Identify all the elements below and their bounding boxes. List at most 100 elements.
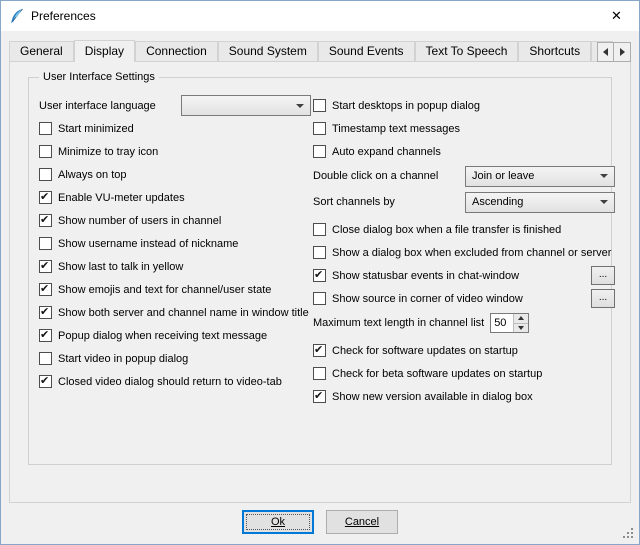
checkbox-row: Closed video dialog should return to vid…: [39, 370, 311, 393]
tab-scroll-left-button[interactable]: [597, 42, 614, 62]
checkbox[interactable]: [39, 168, 52, 181]
max-text-length-row: Maximum text length in channel list 50: [313, 310, 615, 336]
sort-channels-combobox-value: Ascending: [472, 196, 523, 208]
tab-scroll-right-button[interactable]: [614, 42, 631, 62]
checkbox-label: Start minimized: [58, 123, 134, 135]
checkbox-row: Check for software updates on startup: [313, 339, 615, 362]
tab-connection[interactable]: Connection: [135, 41, 218, 61]
tab-general[interactable]: General: [9, 41, 74, 61]
video-source-checkbox[interactable]: [313, 292, 326, 305]
checkbox-label: Show a dialog box when excluded from cha…: [332, 247, 611, 259]
arrow-up-icon: [518, 316, 524, 320]
checkbox-label: Show number of users in channel: [58, 215, 221, 227]
checkbox-label: Minimize to tray icon: [58, 146, 158, 158]
checkbox-row: Show emojis and text for channel/user st…: [39, 278, 311, 301]
checkbox[interactable]: [39, 306, 52, 319]
checkbox-row: Popup dialog when receiving text message: [39, 324, 311, 347]
sort-channels-combobox[interactable]: Ascending: [465, 192, 615, 213]
video-source-more-button[interactable]: ...: [591, 289, 615, 308]
statusbar-events-more-button[interactable]: ...: [591, 266, 615, 285]
max-text-length-label: Maximum text length in channel list: [313, 317, 484, 329]
tab-sound-system[interactable]: Sound System: [218, 41, 318, 61]
tab-sound-events[interactable]: Sound Events: [318, 41, 415, 61]
checkbox-row: Auto expand channels: [313, 140, 615, 163]
spinbox-value: 50: [491, 314, 513, 332]
ellipsis-icon: ...: [599, 293, 607, 303]
checkbox-label: Check for beta software updates on start…: [332, 368, 542, 380]
spin-down-button[interactable]: [514, 323, 528, 333]
checkbox[interactable]: [39, 145, 52, 158]
ok-button[interactable]: Ok: [242, 510, 314, 534]
cancel-button[interactable]: Cancel: [326, 510, 398, 534]
checkbox-row: Close dialog box when a file transfer is…: [313, 218, 615, 241]
checkbox-row: Show both server and channel name in win…: [39, 301, 311, 324]
spin-up-button[interactable]: [514, 314, 528, 323]
checkbox[interactable]: [313, 367, 326, 380]
checkbox-row: Show number of users in channel: [39, 209, 311, 232]
checkbox[interactable]: [313, 344, 326, 357]
right-settings-column: Start desktops in popup dialog Timestamp …: [313, 94, 615, 408]
double-click-combobox[interactable]: Join or leave: [465, 166, 615, 187]
tab-shortcuts[interactable]: Shortcuts: [518, 41, 591, 61]
checkbox[interactable]: [313, 390, 326, 403]
checkbox-label: Start video in popup dialog: [58, 353, 188, 365]
checkbox-label: Show both server and channel name in win…: [58, 307, 309, 319]
checkbox[interactable]: [39, 375, 52, 388]
checkbox-label: Popup dialog when receiving text message: [58, 330, 267, 342]
checkbox[interactable]: [39, 122, 52, 135]
checkbox-row: Timestamp text messages: [313, 117, 615, 140]
checkbox-row: Show last to talk in yellow: [39, 255, 311, 278]
user-interface-settings-group: User Interface Settings User interface l…: [28, 77, 612, 465]
checkbox-label: Show last to talk in yellow: [58, 261, 183, 273]
checkbox-label: Closed video dialog should return to vid…: [58, 376, 282, 388]
checkbox[interactable]: [313, 145, 326, 158]
arrow-right-icon: [620, 48, 625, 56]
cancel-button-label: Cancel: [345, 516, 379, 528]
chevron-down-icon: [600, 174, 608, 178]
checkbox[interactable]: [39, 237, 52, 250]
statusbar-events-checkbox[interactable]: [313, 269, 326, 282]
checkbox[interactable]: [313, 223, 326, 236]
title-bar[interactable]: Preferences ✕: [1, 1, 639, 31]
group-title: User Interface Settings: [39, 71, 159, 83]
statusbar-events-row: Show statusbar events in chat-window ...: [313, 264, 615, 287]
checkbox[interactable]: [39, 283, 52, 296]
language-combobox[interactable]: [181, 95, 311, 116]
checkbox-row: Show username instead of nickname: [39, 232, 311, 255]
checkbox-label: Always on top: [58, 169, 126, 181]
checkbox-label: Timestamp text messages: [332, 123, 460, 135]
tab-display[interactable]: Display: [74, 40, 135, 62]
checkbox[interactable]: [39, 191, 52, 204]
checkbox[interactable]: [313, 246, 326, 259]
preferences-dialog: Preferences ✕ GeneralDisplayConnectionSo…: [0, 0, 640, 545]
checkbox[interactable]: [39, 260, 52, 273]
checkbox[interactable]: [39, 214, 52, 227]
checkbox[interactable]: [313, 122, 326, 135]
tab-bar: GeneralDisplayConnectionSound SystemSoun…: [9, 40, 613, 62]
language-label: User interface language: [39, 100, 156, 112]
close-button[interactable]: ✕: [594, 1, 639, 31]
checkbox-row: Start video in popup dialog: [39, 347, 311, 370]
max-text-length-spinbox[interactable]: 50: [490, 313, 529, 333]
checkbox-row: Start minimized: [39, 117, 311, 140]
checkbox-row: Show a dialog box when excluded from cha…: [313, 241, 615, 264]
checkbox-row: Minimize to tray icon: [39, 140, 311, 163]
sort-channels-label: Sort channels by: [313, 196, 395, 208]
checkbox-row: Start desktops in popup dialog: [313, 94, 615, 117]
checkbox-label: Check for software updates on startup: [332, 345, 518, 357]
checkbox[interactable]: [39, 352, 52, 365]
checkbox[interactable]: [39, 329, 52, 342]
checkbox-label: Auto expand channels: [332, 146, 441, 158]
checkbox-label: Show emojis and text for channel/user st…: [58, 284, 271, 296]
window-title: Preferences: [31, 9, 96, 23]
ok-button-label: Ok: [271, 516, 285, 528]
double-click-combobox-value: Join or leave: [472, 170, 534, 182]
checkbox[interactable]: [313, 99, 326, 112]
dialog-button-row: Ok Cancel: [1, 510, 639, 534]
right-checkbox-group-mid: Close dialog box when a file transfer is…: [313, 218, 615, 264]
tab-text-to-speech[interactable]: Text To Speech: [415, 41, 519, 61]
chevron-down-icon: [296, 104, 304, 108]
left-checkbox-group: Start minimized Minimize to tray icon Alwa…: [39, 117, 311, 393]
resize-grip[interactable]: [623, 528, 635, 540]
checkbox-label: Enable VU-meter updates: [58, 192, 185, 204]
